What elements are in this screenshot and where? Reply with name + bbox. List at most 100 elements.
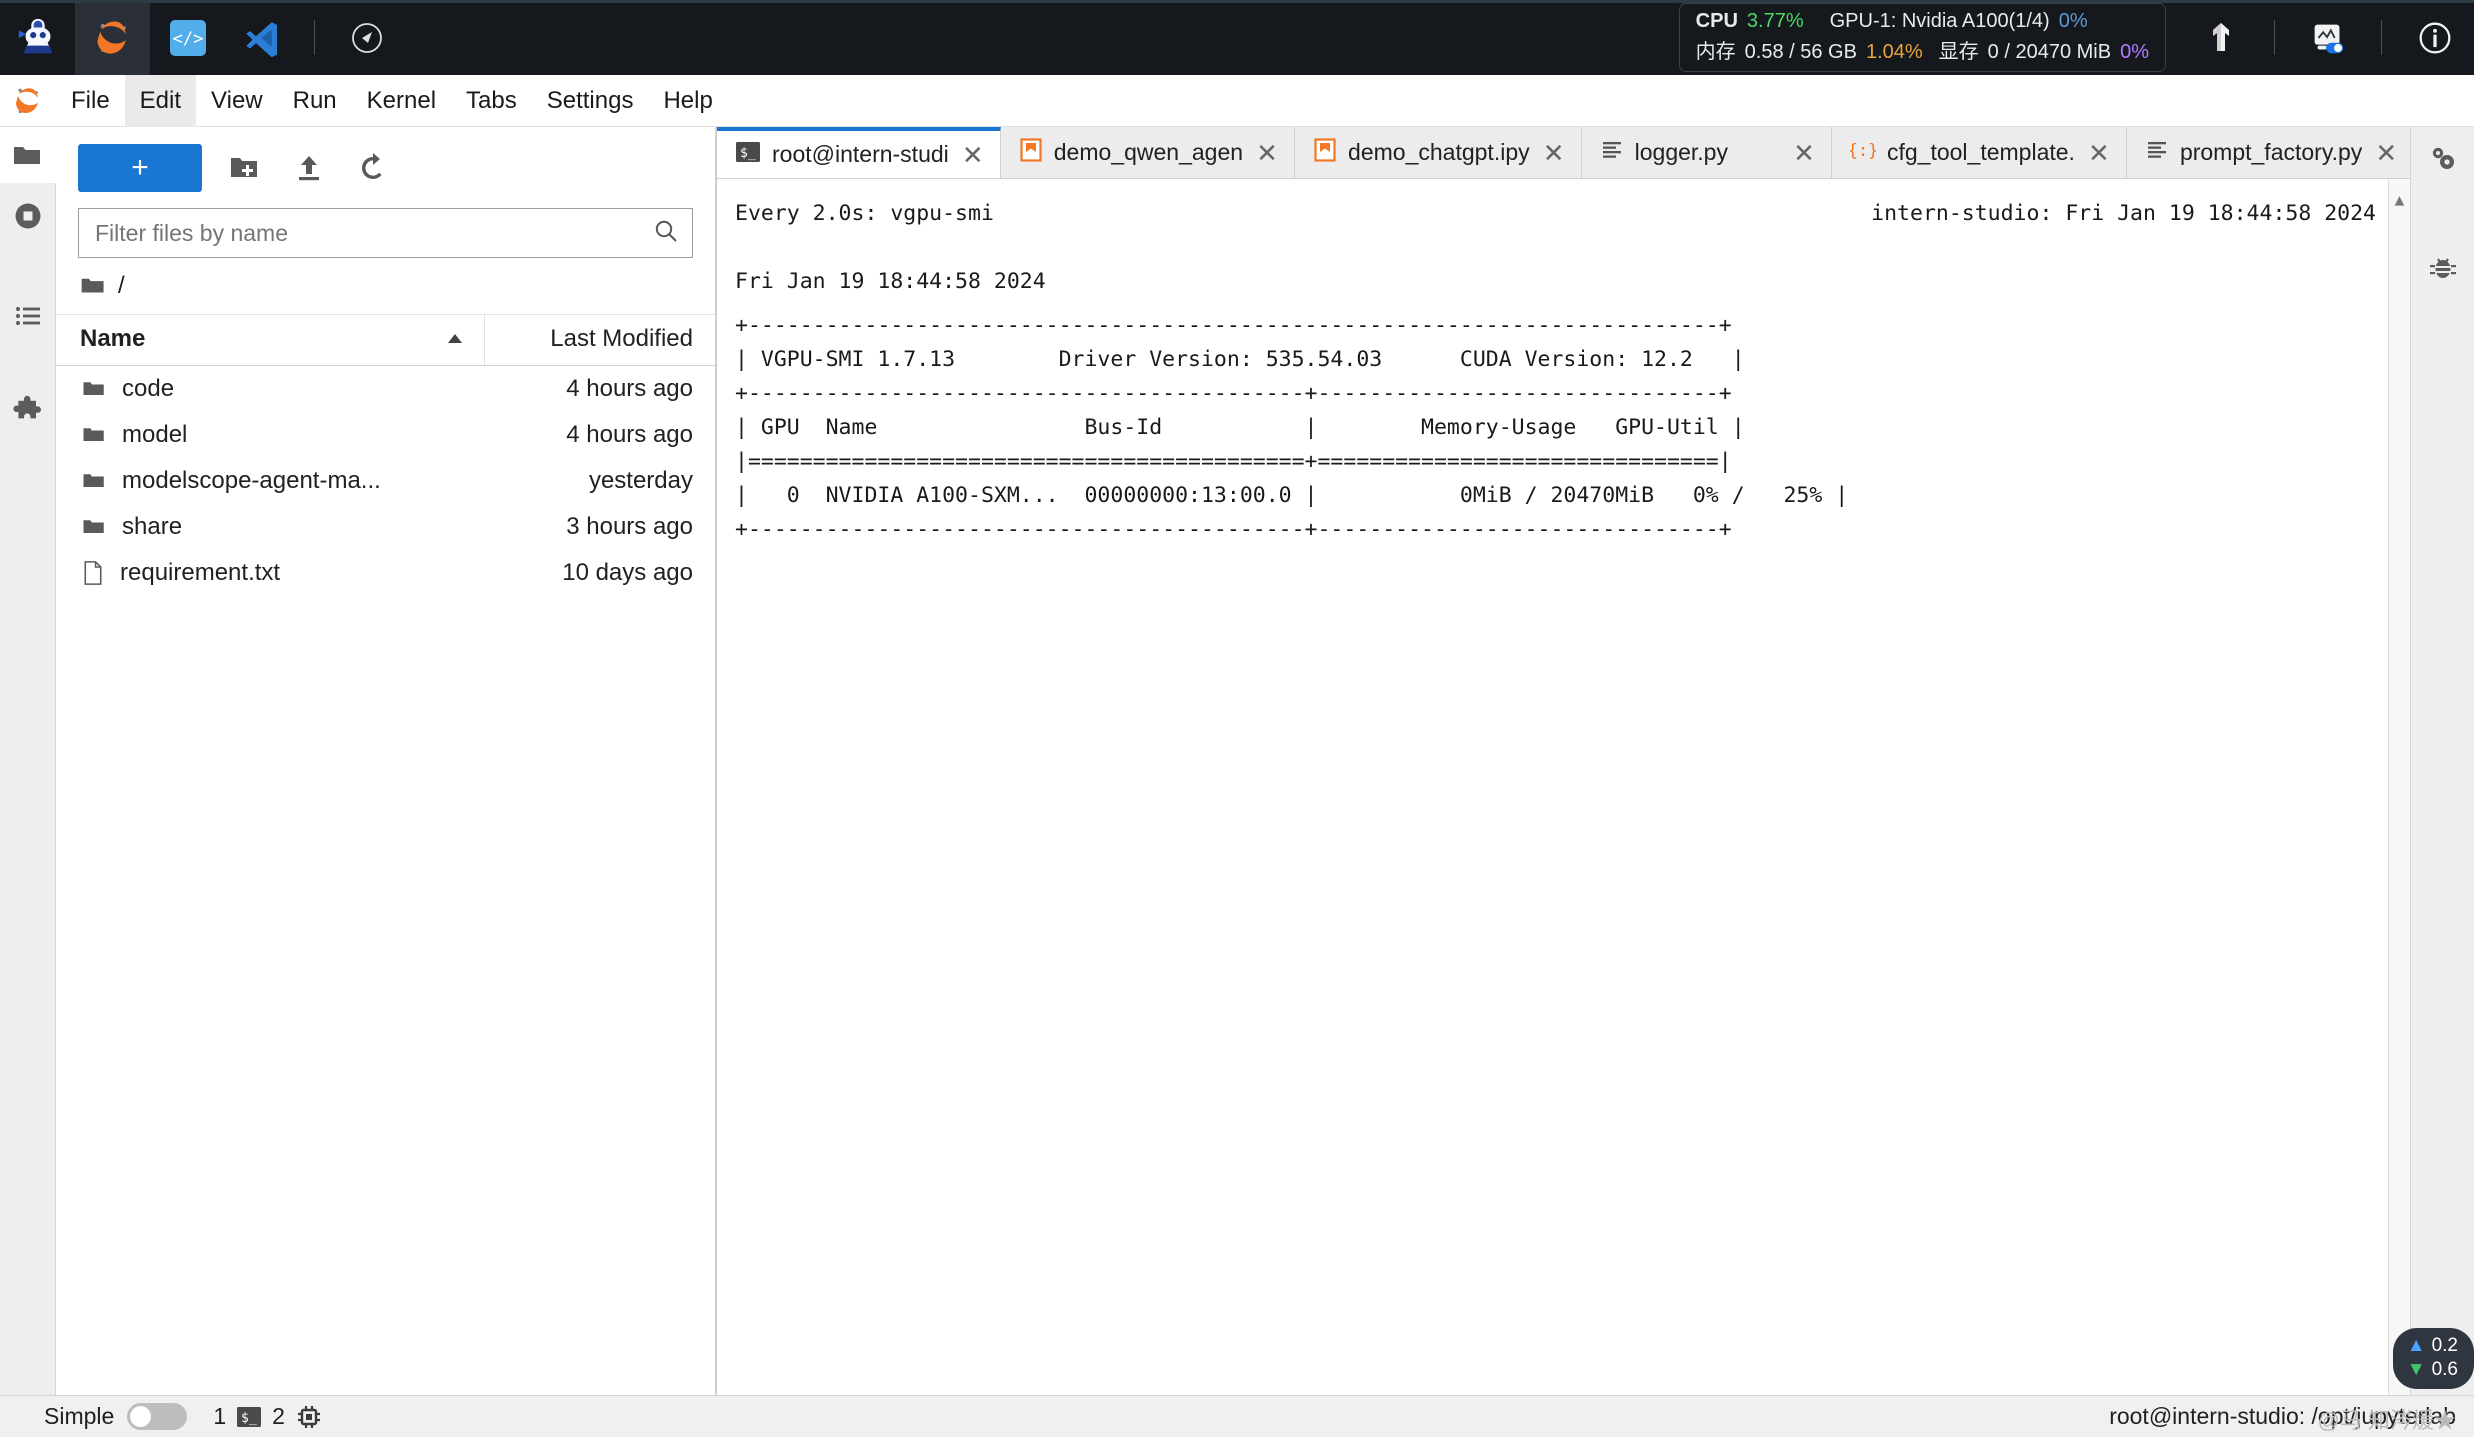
tab-prompt-factory-py[interactable]: prompt_factory.py ✕ xyxy=(2126,127,2410,178)
terminal-scrollbar[interactable]: ▲ ▼ xyxy=(2388,179,2410,1395)
download-speed-row: ▼ 0.6 xyxy=(2407,1359,2458,1381)
bug-icon xyxy=(2429,258,2456,278)
sidebar-item-file-browser[interactable] xyxy=(0,127,56,183)
menu-item-view[interactable]: View xyxy=(196,75,278,127)
terminal-watch-header: Every 2.0s: vgpu-smi intern-studio: Fri … xyxy=(735,197,2410,231)
simple-mode-toggle[interactable] xyxy=(127,1403,188,1430)
vgpu-table-line-7: +---------------------------------------… xyxy=(735,517,1732,542)
menu-item-edit[interactable]: Edit xyxy=(124,74,197,127)
menu-item-kernel[interactable]: Kernel xyxy=(352,75,451,127)
terminal-icon[interactable]: $_ xyxy=(236,1404,262,1430)
text-file-icon xyxy=(84,561,102,585)
tab-demo-qwen-agent[interactable]: demo_qwen_agen ✕ xyxy=(1000,127,1296,178)
svg-text:$_: $_ xyxy=(740,146,756,161)
folder-icon xyxy=(83,428,104,441)
vram-value: 0 / 20470 MiB xyxy=(1987,41,2112,63)
file-name-cell: share xyxy=(56,513,485,541)
upload-icon[interactable] xyxy=(288,147,330,189)
close-icon[interactable]: ✕ xyxy=(1541,140,1567,166)
new-folder-icon[interactable] xyxy=(224,147,266,189)
scroll-up-icon[interactable]: ▲ xyxy=(2395,179,2405,221)
new-launcher-button[interactable]: + xyxy=(78,144,202,192)
terminal-output[interactable]: Every 2.0s: vgpu-smi intern-studio: Fri … xyxy=(717,179,2410,1395)
gpu-value: 0% xyxy=(2058,10,2088,32)
file-list: code 4 hours ago model 4 hours ago model… xyxy=(56,366,715,596)
jupyter-icon[interactable] xyxy=(75,0,150,75)
sidebar-item-running[interactable] xyxy=(0,188,56,244)
tab-cfg-tool-template[interactable]: {:} cfg_tool_template. ✕ xyxy=(1831,127,2127,178)
list-item[interactable]: modelscope-agent-ma... yesterday xyxy=(56,458,715,504)
sidebar-item-property-inspector[interactable] xyxy=(2411,127,2474,191)
column-header-name[interactable]: Name xyxy=(56,315,485,365)
close-icon[interactable]: ✕ xyxy=(2373,140,2399,166)
terminal-date-line: Fri Jan 19 18:44:58 2024 xyxy=(735,269,1046,294)
topbar-divider-2 xyxy=(2274,20,2275,55)
tab-label: root@intern-studi xyxy=(772,141,949,167)
status-row-mem-vram: 内存 0.58 / 56 GB 1.04% 显存 0 / 20470 MiB 0… xyxy=(1696,35,2149,64)
jupyter-logo-icon[interactable] xyxy=(0,84,56,118)
folder-icon xyxy=(83,382,104,395)
folder-icon xyxy=(83,520,104,533)
tab-terminal-root[interactable]: $_ root@intern-studi ✕ xyxy=(717,127,1001,178)
intern-studio-logo-icon[interactable] xyxy=(0,0,75,75)
network-speed-widget[interactable]: ▲ 0.2 ▼ 0.6 xyxy=(2392,1328,2474,1389)
status-count-right: 2 xyxy=(272,1403,285,1429)
info-icon[interactable] xyxy=(2396,0,2474,75)
menu-item-settings[interactable]: Settings xyxy=(532,75,649,127)
column-header-last-modified[interactable]: Last Modified xyxy=(485,315,715,365)
tab-label: demo_qwen_agen xyxy=(1053,139,1244,165)
refresh-icon[interactable] xyxy=(352,147,394,189)
memory-value: 0.58 / 56 GB xyxy=(1744,41,1857,63)
stop-circle-icon xyxy=(15,203,40,229)
gpu-label: GPU-1: Nvidia A100(1/4) xyxy=(1829,10,2050,32)
upload-speed-row: ▲ 0.2 xyxy=(2407,1335,2458,1357)
column-header-name-label: Name xyxy=(80,325,146,352)
sidebar-item-commands[interactable] xyxy=(0,288,56,344)
close-icon[interactable]: ✕ xyxy=(960,142,986,168)
arrow-up-icon: ▲ xyxy=(2406,1335,2426,1356)
gears-icon xyxy=(2432,147,2454,169)
status-row-cpu-gpu: CPU 3.77% GPU-1: Nvidia A100(1/4) 0% xyxy=(1696,10,2149,33)
main-body: + Filter files by name / Name Last Modif… xyxy=(0,127,2474,1395)
topbar-right-icons xyxy=(2182,0,2474,75)
breadcrumb-path: / xyxy=(118,272,125,299)
list-item[interactable]: share 3 hours ago xyxy=(56,504,715,550)
file-name: model xyxy=(122,421,188,448)
text-file-icon xyxy=(2145,138,2169,168)
menu-item-run[interactable]: Run xyxy=(278,75,352,127)
file-name: requirement.txt xyxy=(120,559,281,586)
sidebar-item-debugger[interactable] xyxy=(2411,235,2474,299)
code-server-icon[interactable]: </> xyxy=(150,0,225,75)
notebook-icon xyxy=(1019,137,1043,168)
menu-item-help[interactable]: Help xyxy=(648,75,727,127)
breadcrumb[interactable]: / xyxy=(56,258,715,315)
menu-item-file[interactable]: File xyxy=(56,75,125,127)
sidebar-item-extensions[interactable] xyxy=(0,384,56,440)
list-item[interactable]: requirement.txt 10 days ago xyxy=(56,550,715,596)
file-name-cell: requirement.txt xyxy=(56,559,485,587)
tensorboard-icon[interactable] xyxy=(2182,0,2260,75)
vgpu-table-line-1: +---------------------------------------… xyxy=(735,313,1732,338)
chip-icon[interactable] xyxy=(295,1403,323,1431)
close-icon[interactable]: ✕ xyxy=(1791,140,1817,166)
tab-demo-chatgpt[interactable]: demo_chatgpt.ipy ✕ xyxy=(1295,127,1582,178)
tab-label: cfg_tool_template. xyxy=(1886,139,2075,165)
filter-box[interactable] xyxy=(78,208,693,258)
cpu-label: CPU xyxy=(1695,10,1738,32)
monitor-toggle-icon[interactable] xyxy=(2289,0,2367,75)
search-input[interactable] xyxy=(95,219,652,247)
menu-item-tabs[interactable]: Tabs xyxy=(451,75,532,127)
tab-logger-py[interactable]: logger.py ✕ xyxy=(1581,127,1832,178)
list-item[interactable]: code 4 hours ago xyxy=(56,366,715,412)
list-item[interactable]: model 4 hours ago xyxy=(56,412,715,458)
file-list-header: Name Last Modified xyxy=(56,315,715,366)
top-app-bar: </> CPU 3.77% GPU-1: Nvidia A100(1/4) 0% xyxy=(0,0,2474,75)
close-icon[interactable]: ✕ xyxy=(2086,140,2112,166)
resource-status-widget[interactable]: CPU 3.77% GPU-1: Nvidia A100(1/4) 0% 内存 … xyxy=(1678,3,2166,72)
close-icon[interactable]: ✕ xyxy=(1254,140,1280,166)
compass-icon[interactable] xyxy=(329,0,404,75)
vram-percent: 0% xyxy=(2120,41,2149,63)
vscode-icon[interactable] xyxy=(225,0,300,75)
topbar-divider xyxy=(314,20,315,55)
vgpu-table-line-2: | VGPU-SMI 1.7.13 Driver Version: 535.54… xyxy=(735,347,1745,372)
